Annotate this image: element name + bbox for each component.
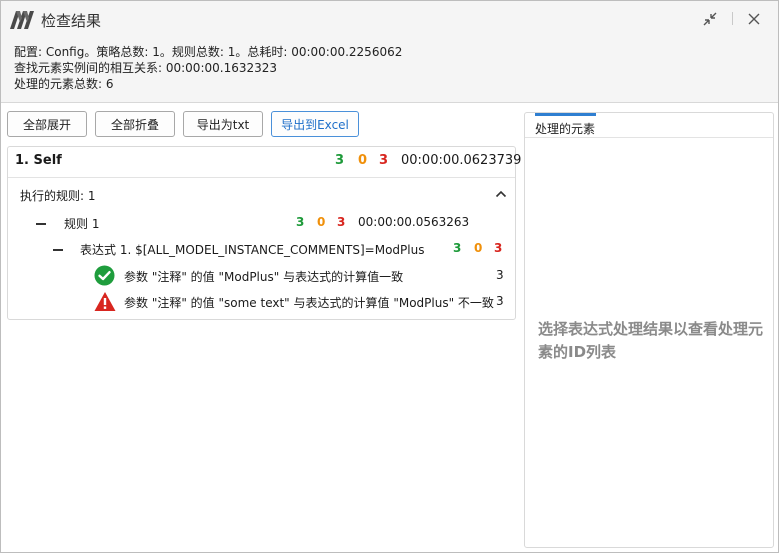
check-result-text: 参数 "注释" 的值 "ModPlus" 与表达式的计算值一致 <box>124 270 404 284</box>
check-result-row[interactable]: 参数 "注释" 的值 "ModPlus" 与表达式的计算值一致 3 <box>8 264 515 288</box>
rule-time: 00:00:00.0563263 <box>358 215 470 229</box>
processed-elements-panel: 处理的元素 选择表达式处理结果以查看处理元素的ID列表 <box>524 112 774 548</box>
close-button[interactable] <box>743 9 765 29</box>
policy-divider <box>8 177 515 178</box>
collapse-all-button[interactable]: 全部折叠 <box>95 111 175 137</box>
rule-row[interactable]: 规则 1 3 0 3 00:00:00.0563263 <box>8 213 515 235</box>
summary-info: 配置: Config。策略总数: 1。规则总数: 1。总耗时: 00:00:00… <box>1 37 778 103</box>
executed-rules-expander[interactable]: 执行的规则: 1 <box>8 185 515 207</box>
results-window: 检查结果 配置: Config。策略总数: 1。规则总数: 1。总耗时: 00:… <box>0 0 779 553</box>
summary-elements-line: 处理的元素总数: 6 <box>14 77 114 91</box>
check-result-count: 3 <box>496 294 504 308</box>
window-title: 检查结果 <box>41 12 102 30</box>
rule-warn-count: 0 <box>317 215 326 229</box>
results-tree: 1. Self 3 0 3 00:00:00.0623739 执行的规则: 1 … <box>7 146 521 320</box>
title-bar: 检查结果 <box>1 1 778 37</box>
collapse-minus-icon <box>36 223 46 225</box>
expression-row[interactable]: 表达式 1. $[ALL_MODEL_INSTANCE_COMMENTS]=Mo… <box>8 239 515 261</box>
check-result-row[interactable]: 参数 "注释" 的值 "some text" 与表达式的计算值 "ModPlus… <box>8 290 515 314</box>
modplus-logo-icon <box>10 11 34 29</box>
title-separator <box>732 12 733 25</box>
warning-triangle-icon <box>94 292 116 311</box>
executed-rules-label: 执行的规则: 1 <box>20 189 96 203</box>
collapse-arrows-icon <box>703 12 717 26</box>
collapse-minus-icon <box>53 249 63 251</box>
summary-config-line: 配置: Config。策略总数: 1。规则总数: 1。总耗时: 00:00:00… <box>14 45 403 59</box>
check-result-count: 3 <box>496 268 504 282</box>
expression-fail-count: 3 <box>494 241 503 255</box>
empty-state-hint: 选择表达式处理结果以查看处理元素的ID列表 <box>538 320 764 361</box>
expand-all-button[interactable]: 全部展开 <box>7 111 87 137</box>
rule-pass-count: 3 <box>296 215 305 229</box>
close-icon <box>748 13 760 25</box>
export-txt-button[interactable]: 导出为txt <box>183 111 263 137</box>
rule-label: 规则 1 <box>64 217 100 231</box>
expression-pass-count: 3 <box>453 241 462 255</box>
policy-row[interactable]: 1. Self 3 0 3 00:00:00.0623739 <box>8 147 521 177</box>
rule-fail-count: 3 <box>337 215 346 229</box>
check-result-text: 参数 "注释" 的值 "some text" 与表达式的计算值 "ModPlus… <box>124 296 494 310</box>
tab-active-indicator <box>535 113 596 116</box>
summary-relations-line: 查找元素实例间的相互关系: 00:00:00.1632323 <box>14 61 278 75</box>
minimize-button[interactable] <box>699 9 721 29</box>
export-excel-button[interactable]: 导出到Excel <box>271 111 359 137</box>
tab-processed-elements[interactable]: 处理的元素 <box>535 120 595 137</box>
policy-time: 00:00:00.0623739 <box>401 153 522 168</box>
policy-warn-count: 0 <box>358 153 368 168</box>
policy-fail-count: 3 <box>379 153 389 168</box>
check-circle-icon <box>94 265 115 286</box>
policy-pass-count: 3 <box>335 153 345 168</box>
expression-warn-count: 0 <box>474 241 483 255</box>
policy-title: 1. Self <box>15 153 62 168</box>
tab-divider <box>525 137 773 138</box>
chevron-up-icon <box>495 190 507 198</box>
expression-label: 表达式 1. $[ALL_MODEL_INSTANCE_COMMENTS]=Mo… <box>80 243 425 257</box>
